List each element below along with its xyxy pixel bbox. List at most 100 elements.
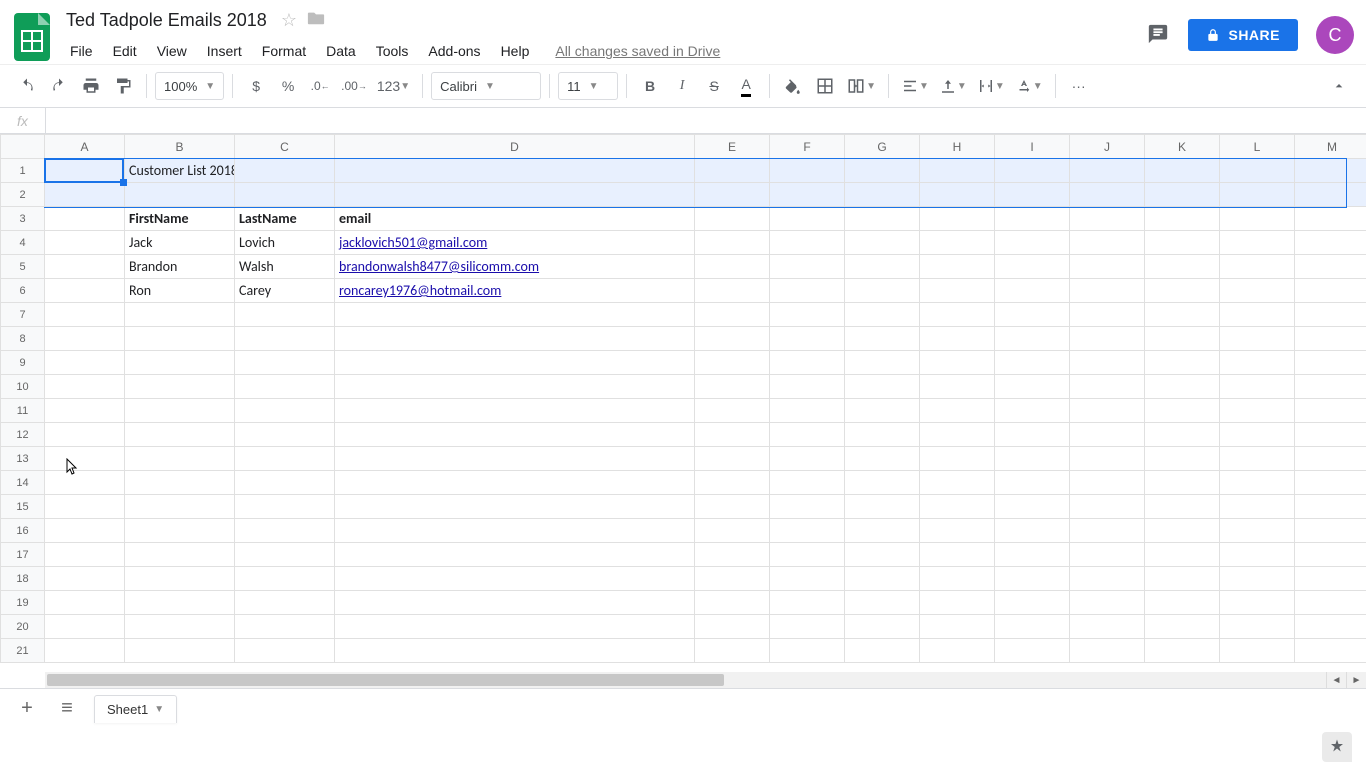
row-header[interactable]: 9 [1,351,45,375]
cell[interactable] [695,591,770,615]
explore-button[interactable] [1322,732,1352,762]
cell[interactable] [770,279,845,303]
cell[interactable] [920,495,995,519]
cell[interactable] [845,591,920,615]
cell[interactable] [335,519,695,543]
scroll-right-icon[interactable]: ► [1346,672,1366,688]
cell[interactable] [335,375,695,399]
cell[interactable] [995,159,1070,183]
more-tools-button[interactable]: ··· [1064,71,1094,101]
zoom-select[interactable]: 100%▼ [155,72,224,100]
increase-decimal-button[interactable]: .00→ [337,71,371,101]
cell[interactable] [125,375,235,399]
cell[interactable] [125,519,235,543]
document-title[interactable]: Ted Tadpole Emails 2018 [62,8,271,33]
cell[interactable] [1295,399,1366,423]
col-header[interactable]: B [125,135,235,159]
cell[interactable] [920,375,995,399]
cell[interactable] [1070,399,1145,423]
cell[interactable] [995,279,1070,303]
row-header[interactable]: 10 [1,375,45,399]
cell[interactable] [1295,255,1366,279]
format-percent-button[interactable]: % [273,71,303,101]
cell[interactable] [995,567,1070,591]
fill-color-button[interactable] [778,71,808,101]
cell[interactable] [45,423,125,447]
cell[interactable] [845,495,920,519]
col-header[interactable]: L [1220,135,1295,159]
cell[interactable] [125,303,235,327]
cell[interactable] [1145,231,1220,255]
cell[interactable] [845,351,920,375]
cell[interactable] [335,567,695,591]
cell[interactable] [770,519,845,543]
cell[interactable] [1145,303,1220,327]
cell[interactable] [1145,447,1220,471]
cell[interactable] [1145,255,1220,279]
col-header[interactable]: A [45,135,125,159]
cell[interactable] [995,231,1070,255]
italic-button[interactable]: I [667,71,697,101]
cell[interactable] [125,183,235,207]
cell[interactable] [235,591,335,615]
menu-insert[interactable]: Insert [199,39,250,63]
cell[interactable] [1295,159,1366,183]
cell[interactable] [1220,495,1295,519]
cell[interactable] [1145,375,1220,399]
cell[interactable] [920,327,995,351]
number-format-button[interactable]: 123 ▼ [373,71,414,101]
cell[interactable] [235,447,335,471]
cell[interactable] [1070,591,1145,615]
cell[interactable] [45,519,125,543]
row-header[interactable]: 8 [1,327,45,351]
cell[interactable] [770,375,845,399]
menu-data[interactable]: Data [318,39,364,63]
cell[interactable] [770,351,845,375]
cell[interactable] [920,447,995,471]
cell[interactable] [920,471,995,495]
cell[interactable] [45,591,125,615]
cell[interactable] [1295,375,1366,399]
cell[interactable] [995,399,1070,423]
sheets-app-icon[interactable] [12,10,52,64]
cell[interactable] [125,327,235,351]
all-sheets-button[interactable]: ≡ [54,697,80,720]
cell[interactable] [125,591,235,615]
cell[interactable] [235,423,335,447]
cell[interactable] [1070,255,1145,279]
cell[interactable] [1145,423,1220,447]
cell[interactable] [1220,303,1295,327]
fx-icon[interactable]: fx [0,108,46,133]
cell[interactable] [695,231,770,255]
merge-cells-button[interactable]: ▼ [842,71,880,101]
sheet-tab[interactable]: Sheet1 ▼ [94,695,177,723]
cell[interactable] [995,639,1070,663]
cell[interactable] [235,615,335,639]
cell[interactable] [1295,471,1366,495]
cell[interactable]: Customer List 2018 [125,159,235,183]
cell[interactable]: jacklovich501@gmail.com [335,231,695,255]
cell[interactable] [45,543,125,567]
menu-addons[interactable]: Add-ons [420,39,488,63]
cell[interactable] [920,279,995,303]
cell[interactable] [770,591,845,615]
cell[interactable] [45,255,125,279]
cell[interactable] [335,543,695,567]
cell[interactable] [125,447,235,471]
cell[interactable]: LastName [235,207,335,231]
col-header[interactable]: K [1145,135,1220,159]
cell[interactable] [770,567,845,591]
cell[interactable] [770,231,845,255]
cell[interactable] [335,351,695,375]
cell[interactable] [1070,567,1145,591]
cell[interactable] [995,543,1070,567]
row-header[interactable]: 12 [1,423,45,447]
cell[interactable] [920,231,995,255]
cell[interactable] [45,207,125,231]
cell[interactable] [125,543,235,567]
cell[interactable] [770,615,845,639]
row-header[interactable]: 5 [1,255,45,279]
cell[interactable] [845,519,920,543]
col-header[interactable]: G [845,135,920,159]
cell[interactable] [1220,519,1295,543]
